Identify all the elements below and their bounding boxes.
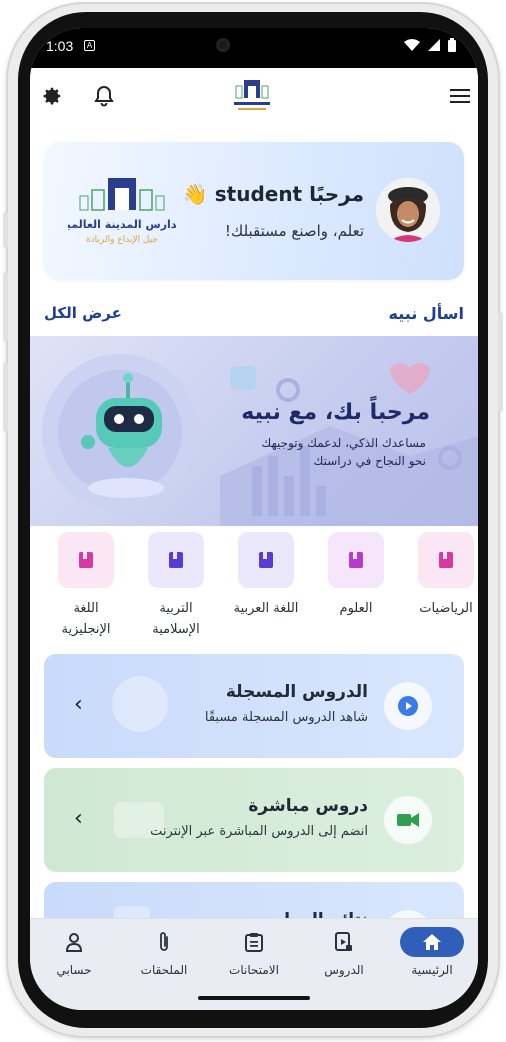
nav-label: الدروس — [324, 963, 364, 977]
subject-english[interactable]: اللغة الإنجليزية — [46, 532, 126, 640]
side-button — [3, 212, 8, 248]
banner-text-line1: مساعدك الذكي، لدعمك وتوجيهك — [261, 436, 426, 450]
play-circle-icon — [384, 682, 432, 730]
live-lessons-card[interactable]: ‹ دروس مباشرة انضم إلى الدروس المباشرة ع… — [44, 768, 464, 872]
power-button — [498, 312, 503, 412]
book-icon — [349, 552, 363, 568]
subject-science[interactable]: العلوم — [316, 532, 396, 619]
subject-label-line1: التربية — [159, 601, 193, 616]
gear-icon[interactable] — [38, 82, 66, 110]
subject-tile — [328, 532, 384, 588]
status-icons — [404, 38, 456, 52]
subject-label-line2: الإنجليزية — [61, 622, 111, 637]
video-camera-icon — [384, 796, 432, 844]
subject-islamic[interactable]: التربية الإسلامية — [136, 532, 216, 640]
subject-label: التربية الإسلامية — [136, 598, 216, 640]
subjects-row: الرياضيات العلوم اللغة العربية التربية ا… — [30, 532, 478, 642]
ask-section-header: عرض الكل اسأل نبيه — [44, 304, 464, 328]
nav-label: الرئيسية — [411, 963, 453, 977]
subject-label: اللغة العربية — [233, 601, 299, 616]
book-icon — [79, 552, 93, 568]
hamburger-menu-icon[interactable] — [446, 82, 474, 110]
lessons-icon — [320, 927, 368, 957]
notch — [190, 28, 318, 62]
home-indicator — [198, 996, 310, 1000]
greeting-subtitle: تعلم، واصنع مستقبلك! — [224, 222, 364, 240]
status-badge: A — [84, 40, 95, 51]
school-logo — [234, 80, 270, 110]
subject-label: اللغة الإنجليزية — [46, 598, 126, 640]
assistant-banner[interactable]: مرحباً بك، مع نبيه مساعدك الذكي، لدعمك و… — [30, 336, 478, 526]
lock-icon — [230, 366, 256, 390]
status-time: 1:03 — [46, 38, 74, 54]
welcome-card: مرحبًا student 👋 تعلم، واصنع مستقبلك! مد… — [44, 142, 464, 280]
person-icon — [50, 927, 98, 957]
nav-attachments[interactable]: الملحقات — [124, 927, 204, 977]
book-icon — [169, 552, 183, 568]
nav-home[interactable]: الرئيسية — [392, 927, 472, 977]
section-title: اسأل نبيه — [388, 304, 464, 323]
volume-up-button — [3, 272, 8, 342]
paperclip-icon — [140, 927, 188, 957]
subject-tile — [238, 532, 294, 588]
nav-label: حسابي — [56, 963, 92, 977]
greeting-title: مرحبًا student 👋 — [182, 182, 364, 206]
subject-math[interactable]: الرياضيات — [406, 532, 478, 619]
book-icon — [259, 552, 273, 568]
subject-label: الرياضيات — [419, 601, 473, 616]
heart-icon — [390, 363, 430, 394]
signal-icon — [428, 39, 440, 51]
card-title: دروس مباشرة — [248, 796, 368, 816]
nav-lessons[interactable]: الدروس — [304, 927, 384, 977]
subject-tile — [148, 532, 204, 588]
book-icon — [439, 552, 453, 568]
wifi-icon — [404, 39, 420, 51]
banner-art — [42, 354, 478, 526]
nav-label: الملحقات — [140, 963, 188, 977]
clipboard-icon — [230, 927, 278, 957]
subject-label-line2: الإسلامية — [152, 622, 200, 637]
logo-line1: مدارس المدينة العالمية — [68, 218, 176, 231]
screen: 1:03 A مرحبًا student 👋 تعلم، واصنع مستق… — [30, 28, 478, 1010]
home-icon — [400, 927, 464, 957]
camera-icon — [216, 38, 230, 52]
volume-down-button — [3, 362, 8, 432]
bell-icon[interactable] — [90, 82, 118, 110]
chevron-left-icon: ‹ — [74, 806, 83, 831]
school-logo-large: مدارس المدينة العالمية جيل الإبداع والري… — [68, 178, 176, 245]
app-bar — [30, 68, 478, 126]
banner-text-line2: نحو النجاح في دراستك — [313, 454, 427, 468]
nav-account[interactable]: حسابي — [34, 927, 114, 977]
logo-line2: جيل الإبداع والريادة — [86, 235, 158, 245]
subject-tile — [58, 532, 114, 588]
nav-exams[interactable]: الامتحانات — [214, 927, 294, 977]
subject-label-line1: اللغة — [73, 601, 99, 616]
card-subtitle: شاهد الدروس المسجلة مسبقًا — [204, 710, 368, 725]
card-subtitle: انضم إلى الدروس المباشرة عبر الإنترنت — [150, 824, 368, 839]
subject-label: العلوم — [339, 601, 373, 616]
chevron-left-icon: ‹ — [74, 692, 83, 717]
battery-icon — [448, 38, 456, 52]
status-bar: 1:03 A — [30, 28, 478, 68]
nav-label: الامتحانات — [229, 963, 279, 977]
recorded-lessons-card[interactable]: ‹ الدروس المسجلة شاهد الدروس المسجلة مسب… — [44, 654, 464, 758]
avatar[interactable] — [376, 178, 440, 242]
subject-tile — [418, 532, 474, 588]
view-all-link[interactable]: عرض الكل — [44, 304, 122, 322]
subject-arabic[interactable]: اللغة العربية — [226, 532, 306, 619]
banner-title: مرحباً بك، مع نبيه — [241, 400, 430, 425]
card-title: الدروس المسجلة — [225, 682, 368, 702]
card-decoration — [112, 676, 168, 732]
